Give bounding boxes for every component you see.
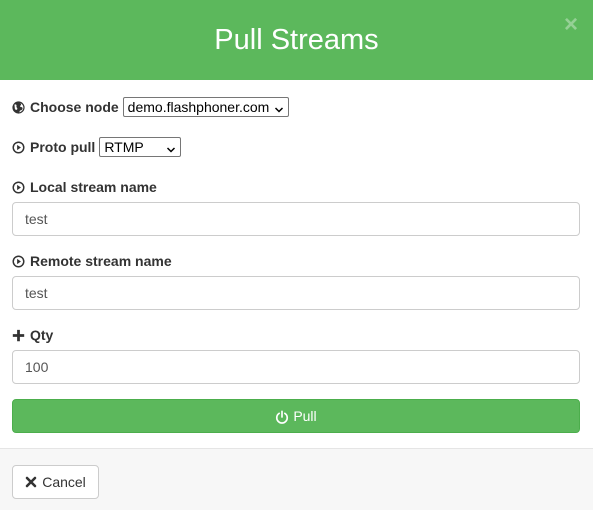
- cancel-button-label: Cancel: [42, 474, 86, 490]
- choose-node-label: Choose node: [30, 99, 119, 115]
- pull-button[interactable]: Pull: [12, 399, 580, 433]
- choose-node-select[interactable]: demo.flashphoner.com: [122, 97, 289, 117]
- choose-node-value: demo.flashphoner.com: [127, 99, 270, 115]
- dialog-header: Pull Streams ×: [0, 0, 593, 80]
- power-icon: [275, 409, 289, 424]
- chevron-down-icon: [166, 142, 176, 153]
- pull-button-label: Pull: [293, 408, 317, 424]
- proto-pull-row: Proto pull RTMP: [12, 137, 182, 157]
- dialog-footer: Cancel: [0, 448, 593, 510]
- globe-icon: [12, 100, 25, 114]
- play-circle-icon: [12, 254, 25, 268]
- proto-pull-select[interactable]: RTMP: [99, 137, 182, 157]
- choose-node-row: Choose node demo.flashphoner.com: [12, 97, 289, 117]
- remote-stream-name-label: Remote stream name: [30, 253, 172, 269]
- close-icon[interactable]: ×: [562, 13, 580, 37]
- qty-row: Qty: [12, 326, 53, 344]
- remote-stream-name-input[interactable]: test: [12, 276, 580, 310]
- local-stream-name-label: Local stream name: [30, 179, 157, 195]
- plus-icon: [12, 329, 25, 342]
- chevron-down-icon: [274, 102, 284, 113]
- pull-streams-dialog: Pull Streams × Choose node demo.flashpho…: [0, 0, 593, 510]
- cancel-button[interactable]: Cancel: [12, 465, 99, 499]
- local-stream-name-row: Local stream name: [12, 178, 157, 196]
- play-circle-icon: [12, 180, 25, 194]
- remote-stream-name-row: Remote stream name: [12, 252, 172, 270]
- qty-label: Qty: [30, 327, 54, 343]
- proto-pull-value: RTMP: [104, 139, 144, 155]
- dialog-title: Pull Streams: [214, 24, 379, 56]
- qty-input[interactable]: 100: [12, 350, 580, 384]
- local-stream-name-input[interactable]: test: [12, 202, 580, 236]
- close-icon: [25, 476, 37, 488]
- play-circle-icon: [12, 140, 25, 154]
- proto-pull-label: Proto pull: [30, 139, 96, 155]
